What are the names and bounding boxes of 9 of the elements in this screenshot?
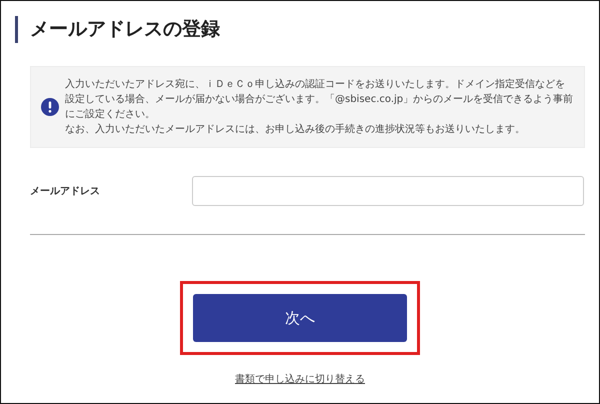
page-title: メールアドレスの登録: [30, 17, 220, 42]
exclamation-icon: [41, 98, 59, 116]
email-input-field[interactable]: [192, 176, 584, 206]
next-button[interactable]: 次へ: [193, 294, 407, 342]
field-label: メールアドレス: [30, 185, 101, 198]
title-accent-bar: [15, 16, 18, 42]
switch-to-paper-link[interactable]: 書類で申し込みに切り替える: [235, 372, 365, 386]
notice-text: 入力いただいたアドレス宛に、ｉＤｅＣｏ申し込みの認証コードをお送りいたします。ドメイン指定受信などを設定している場合、メールが届かない場合がございます。「@sbisec.co.jp」からのメールを受信できるよう事前にご設定ください。: [65, 78, 574, 122]
notice-text: なお、入力いただいたメールアドレスには、お申し込み後の手続きの進捗状況等もお送りいたします。: [65, 122, 526, 137]
